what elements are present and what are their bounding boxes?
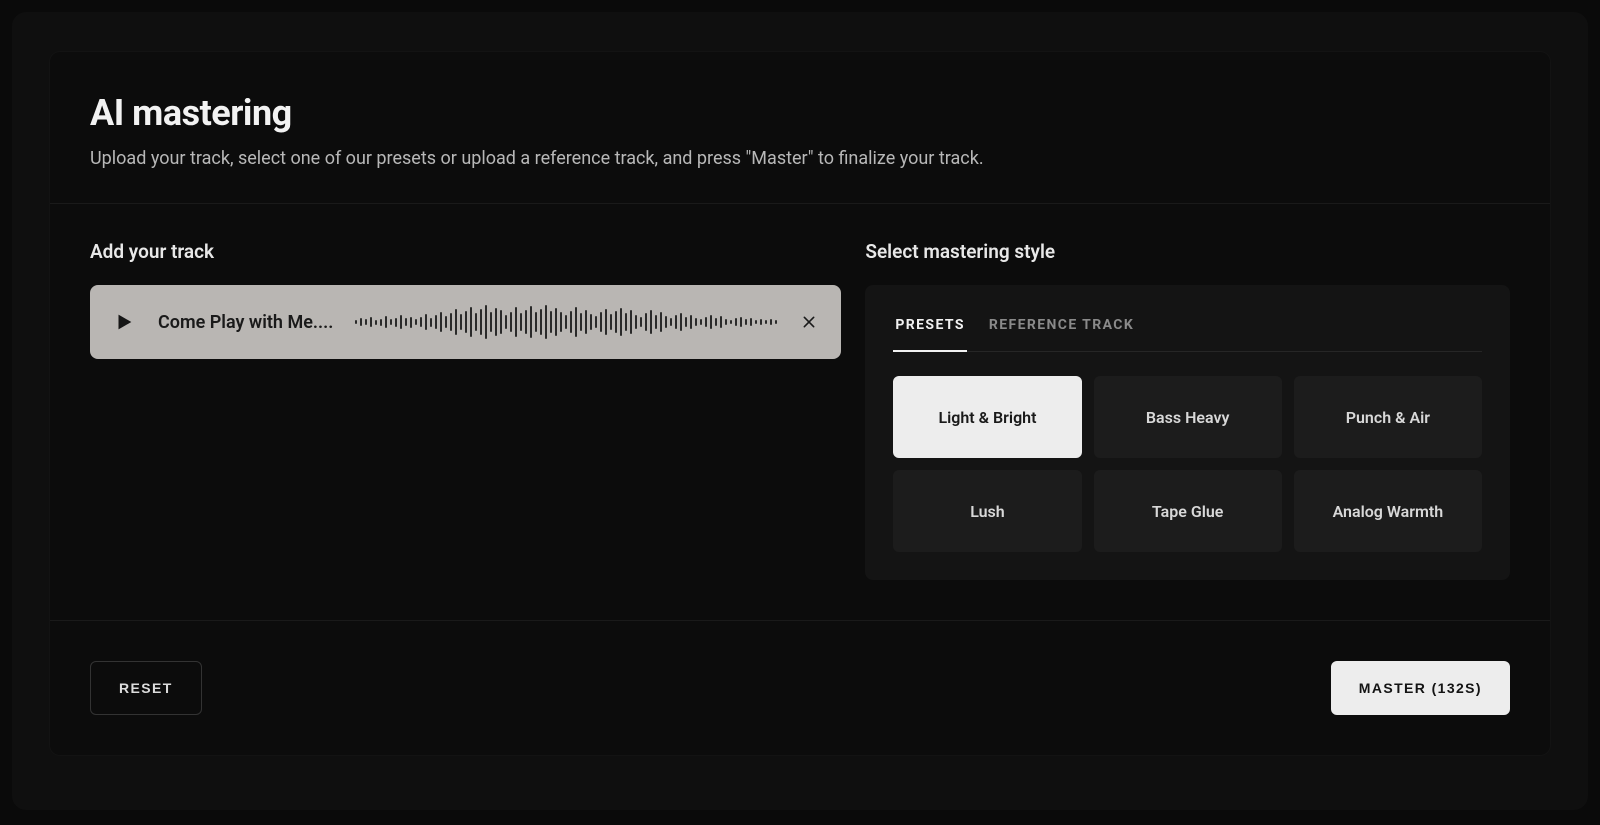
panel-footer: RESET MASTER (132S)	[50, 620, 1550, 755]
track-name: Come Play with Me....	[158, 312, 333, 333]
remove-track-button[interactable]	[799, 312, 819, 332]
style-tabs: PRESETS REFERENCE TRACK	[893, 313, 1482, 352]
add-track-label: Add your track	[90, 240, 841, 263]
track-card: Come Play with Me....	[90, 285, 841, 359]
close-icon	[801, 314, 817, 330]
add-track-section: Add your track Come Play with Me....	[90, 240, 841, 580]
mastering-style-section: Select mastering style PRESETS REFERENCE…	[865, 240, 1510, 580]
preset-analog-warmth[interactable]: Analog Warmth	[1294, 470, 1482, 552]
page-subtitle: Upload your track, select one of our pre…	[90, 148, 1510, 169]
presets-grid: Light & BrightBass HeavyPunch & Air LushT…	[893, 376, 1482, 552]
preset-tape-glue[interactable]: Tape Glue	[1094, 470, 1282, 552]
mastering-panel: AI mastering Upload your track, select o…	[50, 52, 1550, 755]
waveform[interactable]	[355, 302, 777, 342]
preset-light-bright[interactable]: Light & Bright	[893, 376, 1081, 458]
preset-punch-air[interactable]: Punch & Air	[1294, 376, 1482, 458]
tab-presets[interactable]: PRESETS	[893, 313, 967, 351]
tab-reference-track[interactable]: REFERENCE TRACK	[987, 313, 1136, 351]
play-icon	[113, 311, 135, 333]
page-title: AI mastering	[90, 92, 1510, 134]
style-panel: PRESETS REFERENCE TRACK Light & BrightBa…	[865, 285, 1510, 580]
panel-header: AI mastering Upload your track, select o…	[50, 52, 1550, 204]
master-button[interactable]: MASTER (132S)	[1331, 661, 1510, 715]
preset-lush[interactable]: Lush	[893, 470, 1081, 552]
mastering-style-label: Select mastering style	[865, 240, 1510, 263]
preset-bass-heavy[interactable]: Bass Heavy	[1094, 376, 1282, 458]
reset-button[interactable]: RESET	[90, 661, 202, 715]
play-button[interactable]	[112, 310, 136, 334]
